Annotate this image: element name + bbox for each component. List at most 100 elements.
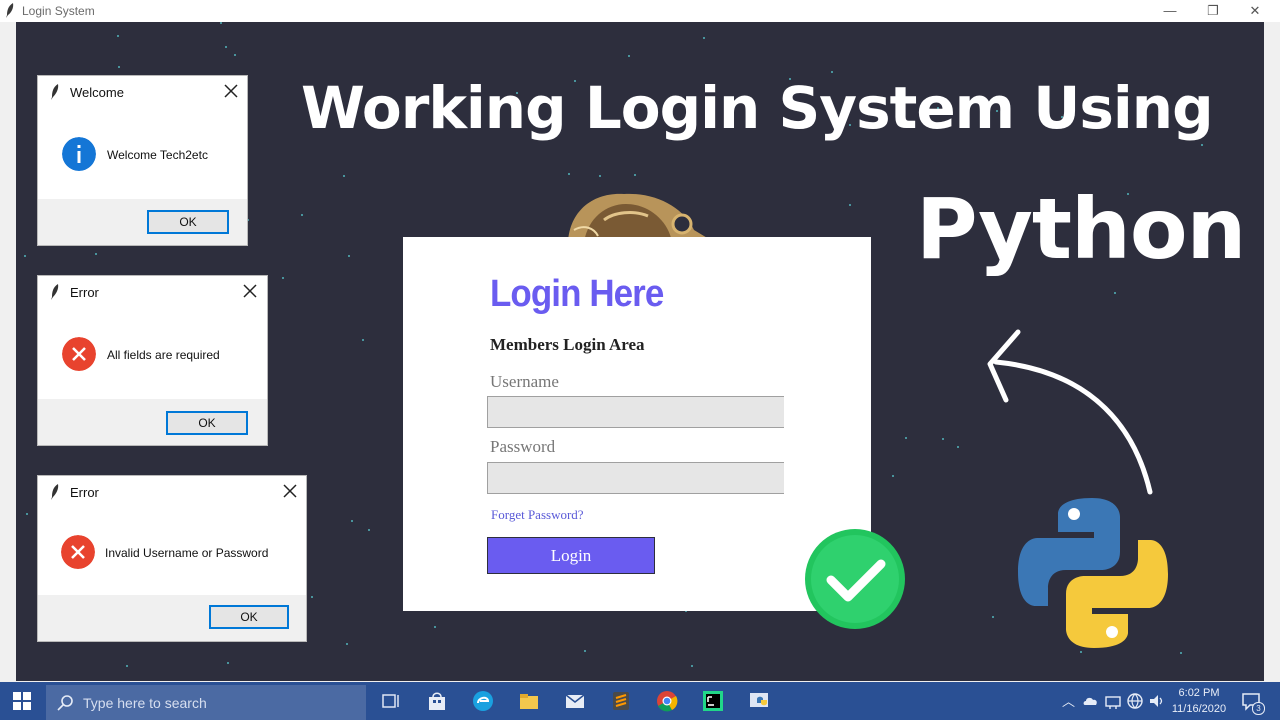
error-icon	[61, 535, 95, 569]
feather-icon	[51, 284, 59, 300]
close-icon[interactable]	[280, 481, 300, 501]
star	[311, 596, 313, 598]
dialog-message: All fields are required	[107, 348, 220, 362]
star	[628, 55, 630, 57]
window-titlebar: Login System — ❐ ✕	[0, 0, 1280, 22]
star	[26, 513, 28, 515]
password-label: Password	[490, 437, 556, 456]
star	[1180, 652, 1182, 654]
login-form: Login Here Members Login Area Username P…	[403, 237, 871, 611]
close-icon[interactable]	[221, 81, 241, 101]
headline-line2: Python	[916, 180, 1246, 278]
login-button[interactable]: Login	[487, 537, 655, 574]
star	[234, 54, 236, 56]
edge-icon[interactable]	[472, 690, 494, 712]
star	[599, 175, 601, 177]
star	[220, 22, 222, 24]
star	[301, 214, 303, 216]
star	[691, 665, 693, 667]
star	[117, 35, 119, 37]
feather-icon	[6, 3, 14, 18]
error-icon	[62, 337, 96, 371]
dialog-message: Welcome Tech2etc	[107, 148, 208, 162]
notification-badge: 3	[1252, 702, 1265, 715]
star	[905, 437, 907, 439]
onedrive-icon[interactable]	[1082, 690, 1100, 712]
tray-chevron-icon[interactable]: ︿	[1062, 691, 1075, 710]
dialog-title: Welcome	[70, 85, 124, 100]
star	[957, 446, 959, 448]
star	[346, 643, 348, 645]
star	[343, 175, 345, 177]
checkmark-icon	[805, 529, 905, 629]
mail-icon[interactable]	[564, 690, 586, 712]
info-icon	[62, 137, 96, 171]
taskbar-search-box[interactable]: Type here to search	[46, 685, 366, 720]
file-explorer-icon[interactable]	[518, 690, 540, 712]
star	[992, 616, 994, 618]
login-heading: Login Here	[490, 273, 664, 315]
star	[568, 173, 570, 175]
star	[225, 46, 227, 48]
forgot-password-link[interactable]: Forget Password?	[491, 507, 584, 523]
thumbnail-canvas: Welcome Welcome Tech2etc OK Error All fi…	[16, 22, 1264, 681]
clock-date: 11/16/2020	[1171, 703, 1227, 715]
dialog-footer: OK	[38, 199, 247, 245]
login-subheading: Members Login Area	[490, 335, 645, 354]
star	[362, 339, 364, 341]
star	[24, 255, 26, 257]
pycharm-icon[interactable]	[702, 690, 724, 712]
chrome-icon[interactable]	[656, 690, 678, 712]
windows-icon[interactable]	[12, 691, 32, 711]
dialog-footer: OK	[38, 399, 267, 445]
star	[351, 520, 353, 522]
star	[348, 255, 350, 257]
clock-time: 6:02 PM	[1178, 687, 1220, 699]
python-logo	[1018, 498, 1168, 648]
close-window-button[interactable]: ✕	[1244, 2, 1266, 20]
star	[892, 475, 894, 477]
star	[849, 204, 851, 206]
astronaut-illustration	[568, 193, 714, 242]
task-view-icon[interactable]	[380, 690, 402, 712]
taskbar: Type here to search ︿ 6:02 PM 11/16/2020…	[0, 682, 1280, 720]
password-field[interactable]	[487, 462, 784, 494]
restore-button[interactable]: ❐	[1202, 2, 1224, 20]
star	[584, 650, 586, 652]
star	[95, 253, 97, 255]
star	[703, 37, 705, 39]
star	[634, 174, 636, 176]
star	[227, 662, 229, 664]
close-icon[interactable]	[240, 281, 260, 301]
error-invalid-dialog: Error Invalid Username or Password OK	[37, 475, 307, 642]
error-required-dialog: Error All fields are required OK	[37, 275, 268, 446]
python-taskbar-icon[interactable]	[748, 690, 770, 712]
star	[1201, 144, 1203, 146]
store-icon[interactable]	[426, 690, 448, 712]
username-label: Username	[490, 372, 559, 391]
network-icon[interactable]	[1104, 690, 1122, 712]
search-icon	[57, 695, 73, 711]
search-placeholder: Type here to search	[83, 695, 207, 711]
dialog-footer: OK	[38, 595, 306, 641]
ok-button[interactable]: OK	[166, 411, 248, 435]
username-field[interactable]	[487, 396, 784, 428]
star	[831, 71, 833, 73]
star	[368, 529, 370, 531]
sublime-icon[interactable]	[610, 690, 632, 712]
headline-line1: Working Login System Using	[301, 74, 1214, 142]
welcome-dialog: Welcome Welcome Tech2etc OK	[37, 75, 248, 246]
volume-icon[interactable]	[1148, 690, 1166, 712]
window-title: Login System	[22, 4, 95, 18]
ok-button[interactable]: OK	[209, 605, 289, 629]
dialog-title: Error	[70, 285, 99, 300]
ok-button[interactable]: OK	[147, 210, 229, 234]
minimize-button[interactable]: —	[1159, 2, 1181, 20]
taskbar-clock[interactable]: 6:02 PM 11/16/2020	[1168, 685, 1230, 717]
star	[126, 665, 128, 667]
star	[942, 438, 944, 440]
dialog-message: Invalid Username or Password	[105, 546, 269, 560]
star	[434, 626, 436, 628]
globe-icon[interactable]	[1126, 690, 1144, 712]
star	[1080, 651, 1082, 653]
